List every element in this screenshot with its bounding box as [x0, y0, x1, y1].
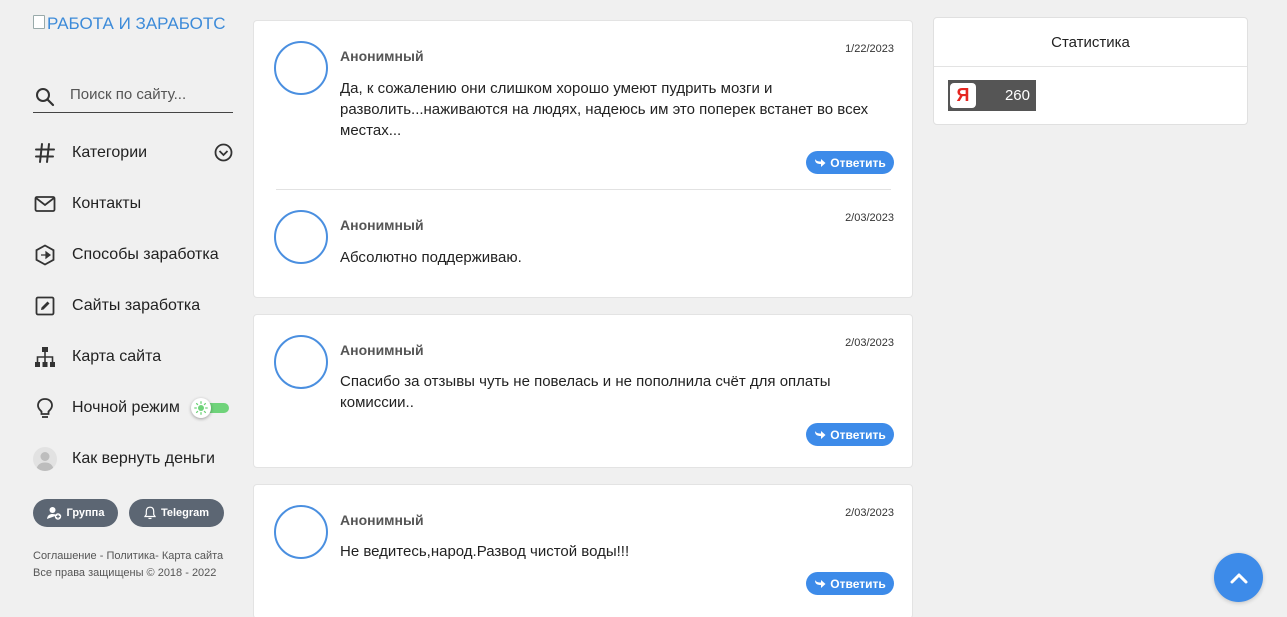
comment-author: Анонимный — [340, 512, 424, 528]
nav-item-categories[interactable]: Категории — [33, 127, 233, 178]
comment-author: Анонимный — [340, 217, 424, 233]
comment-date: 2/03/2023 — [845, 337, 894, 349]
reply-button[interactable]: Ответить — [806, 423, 894, 446]
scroll-to-top-button[interactable] — [1214, 553, 1263, 602]
chevron-down-icon[interactable] — [214, 143, 233, 167]
footer-separator: - — [96, 550, 107, 562]
avatar — [274, 505, 328, 559]
reply-arrow-icon — [815, 158, 826, 167]
search-input[interactable] — [70, 85, 230, 103]
edit-icon — [33, 294, 57, 318]
reply-arrow-icon — [815, 579, 826, 588]
avatar — [274, 210, 328, 264]
hexagon-arrow-icon — [33, 243, 57, 267]
site-logo-alt-text: РАБОТА И ЗАРАБОТС — [47, 14, 226, 33]
add-user-icon — [46, 507, 61, 520]
comment-author: Анонимный — [340, 342, 424, 358]
comment-text: Спасибо за отзывы чуть не повелась и не … — [340, 373, 831, 411]
sidebar: РАБОТА И ЗАРАБОТС Категории Контакты — [33, 0, 233, 617]
reply-arrow-icon — [815, 430, 826, 439]
reply-button[interactable]: Ответить — [806, 151, 894, 174]
telegram-button[interactable]: Telegram — [129, 499, 224, 527]
nav-label: Контакты — [72, 194, 142, 212]
comment-text: Не ведитесь,народ.Развод чистой воды!!! — [340, 543, 630, 560]
nav-item-sitemap[interactable]: Карта сайта — [33, 331, 233, 382]
comment-date: 1/22/2023 — [845, 43, 894, 55]
nav-label: Ночной режим — [72, 398, 180, 416]
hash-icon — [33, 141, 57, 165]
search-icon[interactable] — [35, 87, 55, 107]
mail-icon — [33, 192, 57, 216]
nav-label: Как вернуть деньги — [72, 449, 215, 467]
reply-button-label: Ответить — [830, 155, 886, 170]
site-logo[interactable]: РАБОТА И ЗАРАБОТС — [33, 12, 238, 36]
group-button[interactable]: Группа — [33, 499, 118, 527]
avatar — [274, 335, 328, 389]
nav-item-earning-methods[interactable]: Способы заработка — [33, 229, 233, 280]
yandex-metrika-counter[interactable]: Я 260 — [948, 80, 1036, 111]
lightbulb-icon — [33, 396, 57, 420]
reply-button-label: Ответить — [830, 576, 886, 591]
stats-widget: Статистика Я 260 — [933, 17, 1248, 125]
sun-icon — [191, 398, 211, 418]
comment-card: Анонимный 2/03/2023 Спасибо за отзывы чу… — [253, 314, 913, 468]
chevron-up-icon — [1230, 573, 1247, 583]
search-box — [33, 76, 233, 113]
reply-button-label: Ответить — [830, 427, 886, 442]
policy-link[interactable]: Политика — [106, 550, 155, 562]
user-avatar-icon — [33, 446, 57, 471]
comment: Анонимный 2/03/2023 Не ведитесь,народ.Ра… — [254, 485, 914, 617]
stats-title: Статистика — [934, 18, 1247, 67]
nav-label: Способы заработка — [72, 245, 219, 263]
night-mode-toggle[interactable] — [191, 398, 231, 418]
visitor-count: 260 — [1004, 87, 1030, 104]
bell-icon — [143, 506, 156, 520]
comment-text: Абсолютно поддерживаю. — [340, 249, 522, 266]
agreement-link[interactable]: Соглашение — [33, 550, 97, 562]
comment-date: 2/03/2023 — [845, 212, 894, 224]
sidebar-footer: Соглашение - Политика- Карта сайта Все п… — [33, 548, 223, 582]
nav-label: Сайты заработка — [72, 296, 201, 314]
social-buttons: Группа Telegram — [33, 499, 224, 527]
comment-text: Да, к сожалению они слишком хорошо умеют… — [340, 80, 869, 139]
reply-button[interactable]: Ответить — [806, 572, 894, 595]
copyright: Все права защищены © 2018 - 2022 — [33, 567, 217, 579]
nav-label: Категории — [72, 143, 148, 161]
comment-card: Анонимный 2/03/2023 Не ведитесь,народ.Ра… — [253, 484, 913, 617]
broken-image-icon — [33, 15, 45, 29]
telegram-button-label: Telegram — [160, 507, 210, 519]
comment: Анонимный 1/22/2023 Да, к сожалению они … — [254, 21, 914, 189]
comment: Анонимный 2/03/2023 Абсолютно поддержива… — [254, 190, 914, 298]
footer-separator: - — [155, 550, 162, 562]
nav-item-contacts[interactable]: Контакты — [33, 178, 233, 229]
avatar — [274, 41, 328, 95]
nav-item-refund[interactable]: Как вернуть деньги — [33, 433, 233, 484]
yandex-logo-icon: Я — [950, 83, 976, 108]
comment-author: Анонимный — [340, 48, 424, 64]
sitemap-icon — [33, 345, 57, 369]
comment: Анонимный 2/03/2023 Спасибо за отзывы чу… — [254, 315, 914, 469]
nav-label: Карта сайта — [72, 347, 162, 365]
comment-date: 2/03/2023 — [845, 507, 894, 519]
group-button-label: Группа — [66, 507, 105, 519]
nav-item-night-mode[interactable]: Ночной режим — [33, 382, 233, 433]
comment-card: Анонимный 1/22/2023 Да, к сожалению они … — [253, 20, 913, 298]
nav-item-earning-sites[interactable]: Сайты заработка — [33, 280, 233, 331]
sidebar-nav: Категории Контакты Способы заработка Сай… — [33, 127, 233, 484]
sitemap-footer-link[interactable]: Карта сайта — [162, 550, 223, 562]
